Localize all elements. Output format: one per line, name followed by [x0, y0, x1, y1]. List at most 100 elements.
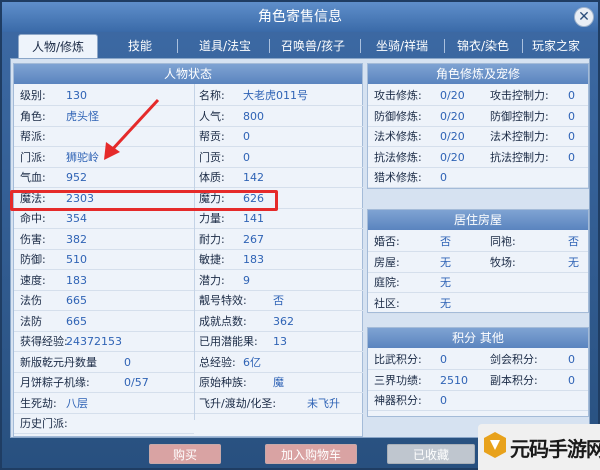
cultivation-value: 0/20 — [440, 130, 465, 143]
status-row: 原始种族: 魔 — [195, 373, 363, 393]
stat-label: 体质: — [199, 171, 225, 184]
status-panel-title: 人物状态 — [14, 64, 362, 84]
stat-label: 生死劫: — [20, 396, 57, 410]
tab-home[interactable]: 玩家之家 — [524, 34, 588, 58]
housing-label: 庭院: — [374, 276, 400, 289]
status-row: 命中: 354 — [14, 209, 194, 229]
stat-value: 354 — [66, 212, 87, 225]
status-row: 门贡: 0 — [195, 148, 363, 168]
status-row: 历史门派: — [14, 414, 194, 434]
stat-value: 否 — [273, 294, 284, 307]
status-row: 总经验: 6亿 — [195, 353, 363, 373]
buy-button[interactable]: 购买 — [149, 444, 221, 464]
stat-label: 名称: — [199, 89, 225, 102]
stat-label: 已用潜能果: — [199, 335, 258, 348]
status-row: 伤害: 382 — [14, 230, 194, 250]
housing-row: 庭院: 无 — [368, 273, 588, 293]
cultivation-value: 0 — [568, 150, 575, 164]
watermark: 元码手游网 — [478, 424, 600, 470]
stat-label: 敏捷: — [199, 253, 225, 266]
points-value: 2510 — [440, 373, 468, 387]
stat-value: 183 — [66, 273, 87, 287]
stat-label: 新版乾元丹数量 — [20, 355, 97, 369]
housing-row: 房屋: 无 牧场: 无 — [368, 253, 588, 273]
stat-value: 八层 — [66, 396, 88, 410]
cultivation-label: 猎术修炼: — [374, 171, 422, 184]
housing-label: 婚否: — [374, 235, 400, 248]
housing-value: 无 — [440, 276, 451, 289]
points-row: 比武积分: 0 剑会积分: 0 — [368, 350, 588, 370]
stat-label: 门贡: — [199, 150, 225, 164]
points-label: 副本积分: — [490, 373, 538, 387]
add-to-cart-button[interactable]: 加入购物车 — [265, 444, 357, 464]
status-row: 防御: 510 — [14, 250, 194, 270]
status-row: 人气: 800 — [195, 107, 363, 127]
status-row: 生死劫: 八层 — [14, 394, 194, 414]
cultivation-value: 0 — [440, 171, 447, 184]
content-area: 人物状态 级别: 130 角色: 虎头怪 帮派: 门派: 狮驼岭 气血: 952 魔法: 2303 命… — [10, 58, 590, 438]
tab-skills[interactable]: 技能 — [114, 34, 166, 58]
status-row: 飞升/渡劫/化圣: 未飞升 — [195, 394, 363, 414]
status-row: 耐力: 267 — [195, 230, 363, 250]
stat-label: 月饼粽子机缘: — [20, 376, 90, 389]
stat-label: 潜力: — [199, 273, 225, 287]
status-panel: 人物状态 级别: 130 角色: 虎头怪 帮派: 门派: 狮驼岭 气血: 952 魔法: 2303 命… — [13, 63, 363, 437]
points-label: 剑会积分: — [490, 353, 538, 366]
stat-label: 命中: — [20, 212, 46, 225]
status-row: 级别: 130 — [14, 86, 194, 106]
stat-label: 飞升/渡劫/化圣: — [199, 396, 277, 410]
housing-label: 同袍: — [490, 235, 516, 248]
stat-value: 800 — [243, 109, 264, 123]
status-row: 帮派: — [14, 127, 194, 147]
stat-label: 靓号特效: — [199, 294, 247, 307]
window-title: 角色寄售信息 — [258, 9, 342, 25]
points-label: 三界功绩: — [374, 373, 422, 387]
housing-label: 社区: — [374, 296, 400, 310]
cultivation-label: 抗法修炼: — [374, 150, 422, 164]
tab-divider — [444, 39, 445, 53]
housing-value: 无 — [440, 296, 451, 310]
stat-value: 267 — [243, 232, 264, 246]
cultivation-row: 防御修炼: 0/20 防御控制力: 0 — [368, 107, 588, 127]
points-value: 0 — [440, 394, 447, 407]
stat-label: 力量: — [199, 212, 225, 225]
cultivation-label: 法术控制力: — [490, 130, 549, 143]
stat-label: 角色: — [20, 109, 46, 123]
stat-label: 历史门派: — [20, 417, 68, 430]
housing-row: 社区: 无 — [368, 294, 588, 314]
stat-label: 帮派: — [20, 130, 46, 143]
favorited-button[interactable]: 已收藏 — [387, 444, 475, 464]
cultivation-row: 猎术修炼: 0 — [368, 168, 588, 188]
points-value: 0 — [440, 353, 447, 366]
tab-items[interactable]: 道具/法宝 — [186, 34, 264, 58]
cultivation-value: 0 — [568, 130, 575, 143]
stat-label: 伤害: — [20, 232, 46, 246]
stat-value: 665 — [66, 314, 87, 328]
window-titlebar: 角色寄售信息 ✕ — [2, 2, 598, 32]
status-row: 力量: 141 — [195, 209, 363, 229]
tab-outfits[interactable]: 锦衣/染色 — [448, 34, 518, 58]
stat-label: 总经验: — [199, 355, 236, 369]
stat-value: 665 — [66, 294, 87, 307]
stat-label: 法伤 — [20, 294, 42, 307]
stat-value: 0 — [243, 130, 250, 143]
status-row: 新版乾元丹数量 0 — [14, 353, 194, 373]
stat-value: 0 — [124, 355, 131, 369]
mana-highlight-box — [10, 190, 278, 211]
tab-pets[interactable]: 召唤兽/孩子 — [270, 34, 356, 58]
status-row: 敏捷: 183 — [195, 250, 363, 270]
status-row: 法伤 665 — [14, 291, 194, 311]
tab-character[interactable]: 人物/修炼 — [18, 34, 98, 58]
cultivation-value: 0 — [568, 89, 575, 102]
status-row: 法防 665 — [14, 312, 194, 332]
stat-value: 141 — [243, 212, 264, 225]
points-row: 神器积分: 0 — [368, 391, 588, 411]
cultivation-value: 0/20 — [440, 89, 465, 102]
status-row: 名称: 大老虎011号 — [195, 86, 363, 106]
stat-value: 183 — [243, 253, 264, 266]
cultivation-panel: 角色修炼及宠修 攻击修炼: 0/20 攻击控制力: 0 防御修炼: 0/20 防御控制力: 0… — [367, 63, 589, 189]
status-row: 月饼粽子机缘: 0/57 — [14, 373, 194, 393]
tab-mounts[interactable]: 坐骑/祥瑞 — [364, 34, 440, 58]
close-icon[interactable]: ✕ — [574, 7, 594, 27]
status-row: 成就点数: 362 — [195, 312, 363, 332]
